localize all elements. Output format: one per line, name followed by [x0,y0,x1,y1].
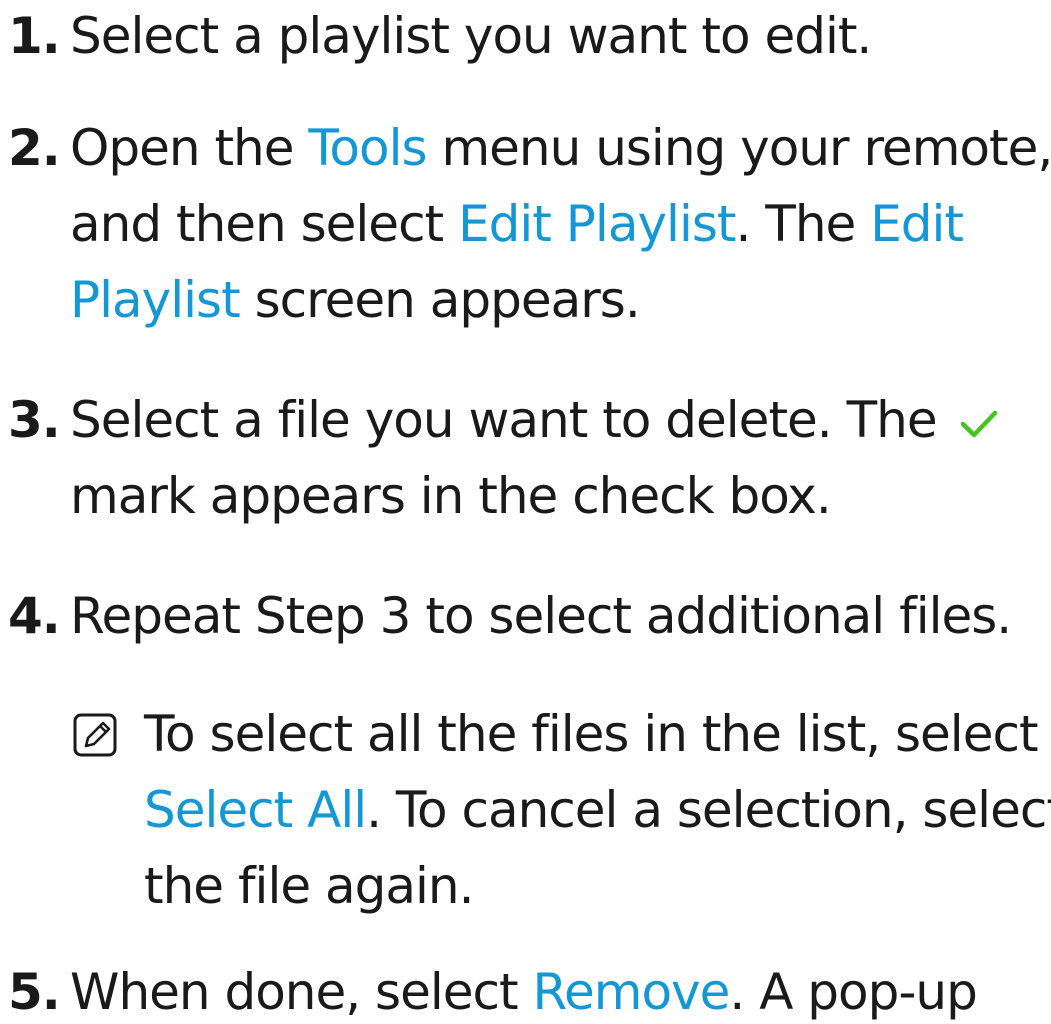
step-2-line-1: Open the Tools menu using your remote, [70,118,1051,178]
step-number: 4. [8,587,61,645]
text: . A pop-up [729,963,977,1021]
text: When done, select [70,963,533,1021]
step-3-line-2: mark appears in the check box. [70,467,832,525]
step-number: 5. [8,963,61,1021]
step-2-line-2: and then select Edit Playlist. The Edit [70,194,964,254]
text: and then select [70,195,459,253]
note-line-2: Select All. To cancel a selection, selec… [144,780,1051,840]
text: Select a file you want to delete. The [70,391,938,449]
edit-playlist-term-part1: Edit [870,195,964,253]
step-number: 3. [8,391,61,449]
step-5-line-1: When done, select Remove. A pop-up [70,962,978,1022]
check-mark-icon [960,410,997,437]
note-line-3: the file again. [144,857,474,915]
step-number: 2. [8,119,61,177]
note-line-1: To select all the files in the list, sel… [144,705,1039,763]
step-2-line-3: Playlist screen appears. [70,270,641,330]
select-all-term: Select All [144,781,367,839]
step-3-line-1: Select a file you want to delete. The [70,390,998,450]
note-pencil-icon [73,713,117,757]
text: . To cancel a selection, select [366,781,1051,839]
text: Open the [70,119,309,177]
step-4-text: Repeat Step 3 to select additional files… [70,587,1012,645]
remove-term: Remove [532,963,731,1021]
text: . The [735,195,871,253]
step-number: 1. [8,7,61,65]
text: screen appears. [239,271,641,329]
step-1-text: Select a playlist you want to edit. [70,7,872,65]
text: menu using your remote, [426,119,1051,177]
edit-playlist-term-part2: Playlist [70,271,241,329]
tools-menu-term: Tools [308,119,427,177]
edit-playlist-term: Edit Playlist [458,195,736,253]
